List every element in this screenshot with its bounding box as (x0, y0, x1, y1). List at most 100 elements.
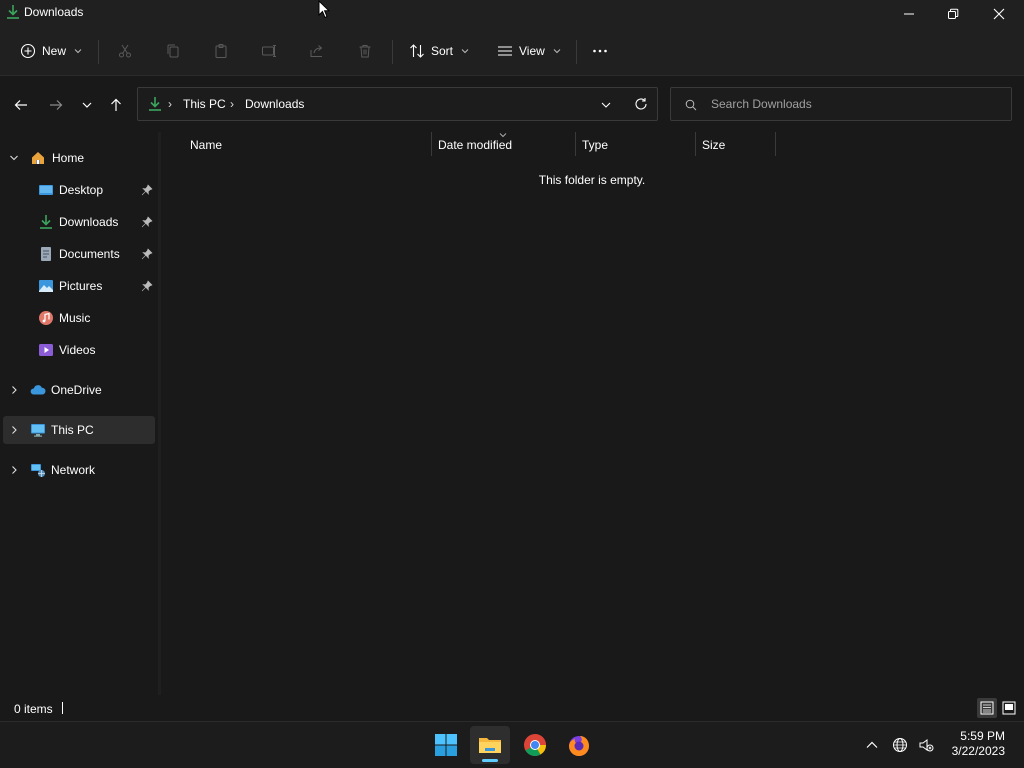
column-header-size[interactable]: Size (702, 138, 725, 152)
document-icon (41, 247, 51, 261)
chevron-up-icon (866, 741, 878, 748)
chevron-right-icon[interactable] (9, 425, 19, 435)
breadcrumb-downloads[interactable]: Downloads (245, 97, 304, 111)
new-button[interactable]: New (20, 36, 82, 66)
close-icon (993, 8, 1005, 20)
search-input[interactable] (711, 94, 1001, 114)
back-button[interactable] (10, 94, 32, 116)
more-options-button[interactable] (592, 36, 608, 66)
network-status-button[interactable] (891, 736, 909, 754)
up-button[interactable] (105, 94, 127, 116)
sidebar-item-this-pc[interactable]: This PC (3, 416, 155, 444)
clock-time: 5:59 PM (960, 729, 1005, 743)
breadcrumb-this-pc[interactable]: This PC (183, 97, 226, 111)
cut-icon (119, 44, 131, 58)
sidebar-item-label: Home (52, 151, 85, 165)
column-divider[interactable] (431, 132, 432, 156)
file-explorer-taskbar-button[interactable] (470, 726, 510, 764)
rename-button[interactable] (261, 36, 277, 66)
address-bar[interactable]: › This PC › Downloads (137, 87, 658, 121)
sidebar-item-label: Desktop (59, 183, 104, 197)
details-view-button[interactable] (977, 698, 997, 718)
show-hidden-icons-button[interactable] (863, 736, 881, 754)
pin-icon[interactable] (141, 280, 153, 292)
chevron-right-icon[interactable] (9, 385, 19, 395)
sidebar-item-network[interactable]: Network (3, 456, 155, 484)
onedrive-icon (30, 385, 46, 395)
forward-button[interactable] (45, 94, 67, 116)
restore-icon (948, 8, 959, 19)
sort-icon (410, 44, 424, 58)
column-header-date-modified[interactable]: Date modified (438, 138, 512, 152)
status-bar: 0 items (0, 695, 1024, 721)
pictures-icon (39, 280, 53, 292)
sort-button[interactable]: Sort (409, 36, 469, 66)
sidebar-item-downloads[interactable]: Downloads (3, 208, 155, 236)
computer-icon (31, 424, 45, 437)
file-list: Name Date modified Type Size This folder… (161, 132, 1024, 695)
start-button[interactable] (426, 726, 466, 764)
sidebar-item-pictures[interactable]: Pictures (3, 272, 155, 300)
view-list-icon (498, 46, 512, 56)
view-button[interactable]: View (497, 36, 561, 66)
paste-button[interactable] (213, 36, 229, 66)
close-button[interactable] (976, 0, 1022, 28)
search-box[interactable] (670, 87, 1012, 121)
sidebar-item-videos[interactable]: Videos (3, 336, 155, 364)
sidebar-item-music[interactable]: Music (3, 304, 155, 332)
chrome-icon (524, 734, 546, 756)
sidebar-item-label: This PC (51, 423, 94, 437)
chevron-right-icon[interactable] (9, 465, 19, 475)
globe-icon (893, 738, 907, 752)
tiles-view-button[interactable] (999, 698, 1019, 718)
column-divider[interactable] (775, 132, 776, 156)
divider (576, 40, 577, 64)
sidebar-item-desktop[interactable]: Desktop (3, 176, 155, 204)
download-icon (40, 215, 52, 229)
minimize-button[interactable] (886, 0, 932, 28)
column-divider[interactable] (695, 132, 696, 156)
share-icon (310, 45, 323, 57)
divider (392, 40, 393, 64)
search-icon (685, 99, 697, 111)
navigation-bar: › This PC › Downloads (0, 76, 1024, 132)
sidebar-item-label: Downloads (59, 215, 119, 229)
pin-icon[interactable] (141, 216, 153, 228)
volume-button[interactable] (917, 736, 935, 754)
trash-icon (359, 45, 371, 58)
recent-locations-button[interactable] (76, 94, 98, 116)
firefox-taskbar-button[interactable] (559, 726, 599, 764)
sidebar-item-onedrive[interactable]: OneDrive (3, 376, 155, 404)
chrome-taskbar-button[interactable] (515, 726, 555, 764)
arrow-right-icon (50, 100, 63, 110)
chevron-down-icon[interactable] (9, 153, 19, 163)
breadcrumb-separator[interactable]: › (230, 97, 234, 111)
restore-button[interactable] (930, 0, 976, 28)
breadcrumb-separator[interactable]: › (168, 97, 172, 111)
details-view-icon (980, 701, 994, 715)
download-icon (149, 97, 161, 111)
chevron-down-icon[interactable] (600, 99, 612, 111)
empty-folder-message: This folder is empty. (538, 173, 646, 187)
window-title: Downloads (24, 5, 84, 19)
column-header-type[interactable]: Type (582, 138, 608, 152)
refresh-icon[interactable] (634, 97, 648, 111)
chevron-down-icon (553, 49, 561, 54)
copy-button[interactable] (165, 36, 181, 66)
network-icon (31, 464, 45, 477)
delete-button[interactable] (357, 36, 373, 66)
system-clock[interactable]: 5:59 PM 3/22/2023 (952, 729, 1005, 759)
firefox-icon (569, 736, 589, 756)
sidebar-item-home[interactable]: Home (3, 144, 155, 172)
title-bar: Downloads (0, 0, 1024, 28)
column-header-name[interactable]: Name (190, 138, 222, 152)
pin-icon[interactable] (141, 184, 153, 196)
column-divider[interactable] (575, 132, 576, 156)
sort-label: Sort (431, 44, 454, 58)
pin-icon[interactable] (141, 248, 153, 260)
sidebar-item-documents[interactable]: Documents (3, 240, 155, 268)
share-button[interactable] (309, 36, 325, 66)
windows-start-icon (435, 734, 457, 756)
sidebar-item-label: Videos (59, 343, 96, 357)
cut-button[interactable] (117, 36, 133, 66)
